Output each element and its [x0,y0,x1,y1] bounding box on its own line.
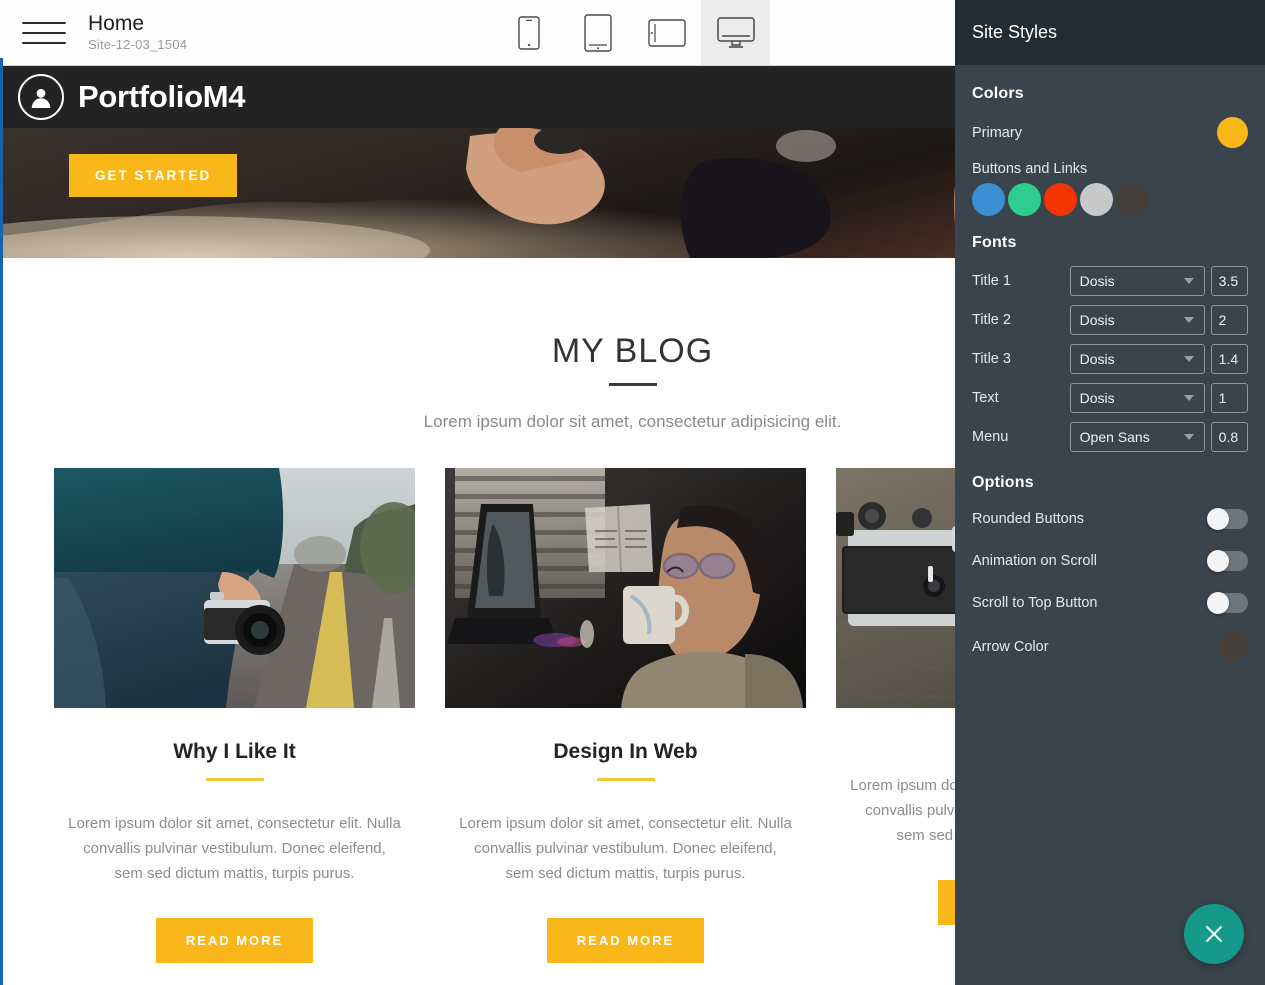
options-section-heading: Options [972,474,1034,491]
font-size-input[interactable]: 3.5 [1210,266,1248,296]
font-size-input[interactable]: 2 [1210,305,1248,335]
buttons-links-swatches [972,183,1248,216]
option-row-scroll-to-top: Scroll to Top Button [972,590,1248,616]
font-family-value: Dosis [1079,273,1115,289]
rounded-buttons-toggle[interactable] [1207,508,1248,530]
font-family-value: Dosis [1079,312,1115,328]
blog-card-text: Lorem ipsum dolor sit amet, consectetur … [68,815,401,882]
hamburger-icon[interactable] [22,18,66,48]
site-id-label: Site-12-03_1504 [88,36,188,52]
scroll-to-top-button-toggle[interactable] [1207,592,1248,614]
card-title-underline [205,778,264,781]
primary-color-label: Primary [972,124,1022,141]
app-root: Home Site-12-03_1504 PortfolioM4 GET STA… [0,0,1265,985]
chevron-down-icon [1183,395,1194,401]
card-button-wrap: READ MORE [54,918,415,963]
close-panel-button[interactable] [1184,904,1244,964]
button-color-swatch-green[interactable] [1008,183,1041,216]
device-button-tablet-landscape[interactable] [632,0,701,65]
font-size-input[interactable]: 0.8 [1210,422,1248,452]
blog-card-text: Lorem ipsum dolor sit amet, consectetur … [459,815,792,882]
font-family-value: Dosis [1079,351,1115,367]
blog-card: Design In Web Lorem ipsum dolor sit amet… [445,468,806,963]
font-family-value: Dosis [1079,390,1115,406]
arrow-color-label: Arrow Color [972,639,1049,655]
font-label: Text [972,390,999,406]
button-color-swatch-dark[interactable] [1116,183,1149,216]
blog-card-image[interactable] [445,468,806,708]
title-underline [608,383,657,386]
font-family-select[interactable]: Dosis [1069,383,1205,413]
user-circle-icon [18,74,64,120]
font-size-input[interactable]: 1 [1210,383,1248,413]
option-label: Rounded Buttons [972,511,1085,527]
font-row-title-2: Title 2 Dosis 2 [972,305,1248,335]
font-row-text: Text Dosis 1 [972,383,1248,413]
font-row-title-3: Title 3 Dosis 1.4 [972,344,1248,374]
primary-color-row: Primary [972,117,1248,148]
toolbar-titles: Home Site-12-03_1504 [88,12,187,54]
panel-body: Colors Primary Buttons and Links Fonts T… [955,65,1265,662]
option-label: Animation on Scroll [972,553,1097,569]
blog-card-image[interactable] [54,468,415,708]
button-color-swatch-blue[interactable] [972,183,1005,216]
blog-card: Why I Like It Lorem ipsum dolor sit amet… [54,468,415,963]
font-size-input[interactable]: 1.4 [1210,344,1248,374]
chevron-down-icon [1183,278,1194,284]
page-title: Home [88,11,145,35]
brand-name: PortfolioM4 [78,79,246,114]
font-label: Title 2 [972,312,1011,328]
device-preview-switcher [494,0,770,65]
buttons-links-label: Buttons and Links [972,161,1088,177]
read-more-button[interactable]: READ MORE [546,918,705,963]
site-styles-panel: Site Styles Colors Primary Buttons and L… [955,0,1265,985]
font-row-title-1: Title 1 Dosis 3.5 [972,266,1248,296]
fonts-section-heading: Fonts [972,234,1017,251]
font-family-value: Open Sans [1079,429,1150,445]
font-family-select[interactable]: Dosis [1069,266,1205,296]
panel-header: Site Styles [955,0,1265,65]
panel-title: Site Styles [972,22,1058,42]
option-label: Scroll to Top Button [972,595,1098,611]
option-row-rounded-buttons: Rounded Buttons [972,506,1248,532]
read-more-button[interactable]: READ MORE [155,918,314,963]
device-button-desktop[interactable] [701,0,770,65]
font-label: Menu [972,429,1009,445]
device-button-tablet-portrait[interactable] [563,0,632,65]
blog-card-title: Why I Like It [173,740,296,763]
blog-card-title: Design In Web [553,740,698,763]
colors-section-heading: Colors [972,85,1024,102]
button-color-swatch-red[interactable] [1044,183,1077,216]
preview-frame-edge [0,58,3,985]
font-family-select[interactable]: Open Sans [1069,422,1205,452]
close-icon [1205,925,1223,943]
chevron-down-icon [1183,317,1194,323]
option-row-arrow-color: Arrow Color [972,632,1248,662]
font-family-select[interactable]: Dosis [1069,344,1205,374]
chevron-down-icon [1183,356,1194,362]
font-row-menu: Menu Open Sans 0.8 [972,422,1248,452]
get-started-button[interactable]: GET STARTED [69,154,238,197]
arrow-color-swatch[interactable] [1218,632,1248,662]
card-button-wrap: READ MORE [445,918,806,963]
font-label: Title 3 [972,351,1011,367]
option-row-animation-on-scroll: Animation on Scroll [972,548,1248,574]
animation-on-scroll-toggle[interactable] [1207,550,1248,572]
button-color-swatch-gray[interactable] [1080,183,1113,216]
chevron-down-icon [1183,434,1194,440]
device-button-mobile[interactable] [494,0,563,65]
card-title-underline [596,778,655,781]
primary-color-swatch[interactable] [1217,117,1248,148]
font-family-select[interactable]: Dosis [1069,305,1205,335]
font-label: Title 1 [972,273,1011,289]
